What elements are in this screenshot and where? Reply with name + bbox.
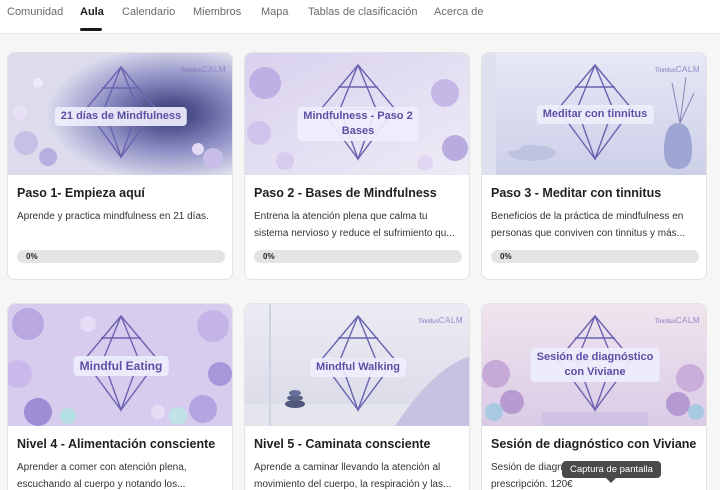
tab-aula-underline <box>80 28 102 31</box>
thumbnail-label: Meditar con tinnitus <box>536 105 654 124</box>
brand-logo: TinnitusCALM <box>180 65 226 74</box>
course-card[interactable]: TinnitusCALM 21 días de Mindfulness Paso… <box>7 52 233 280</box>
progress-label: 0% <box>26 252 38 261</box>
course-thumbnail: TinnitusCALM 21 días de Mindfulness <box>8 53 232 175</box>
tab-acerca-de[interactable]: Acerca de <box>434 6 484 18</box>
thumbnail-label: Sesión de diagnóstico con Viviane <box>530 348 660 382</box>
thumbnail-label-line: con Viviane <box>564 365 626 378</box>
thumbnail-label: Mindful Walking <box>310 358 406 377</box>
tab-mapa[interactable]: Mapa <box>261 6 289 18</box>
course-card[interactable]: TinnitusCALM Mindful Walking Nivel 5 - C… <box>244 303 470 490</box>
progress-label: 0% <box>500 252 512 261</box>
thumbnail-label-line: Mindfulness - Paso 2 <box>303 110 413 122</box>
tab-miembros[interactable]: Miembros <box>193 6 241 18</box>
course-card[interactable]: TinnitusCALM Meditar con tinnitus Paso 3… <box>481 52 707 280</box>
thumbnail-label-line: Sesión de diagnóstico <box>536 351 654 363</box>
course-card[interactable]: Mindful Eating Nivel 4 - Alimentación co… <box>7 303 233 490</box>
course-card[interactable]: Mindfulness - Paso 2 Bases Paso 2 - Base… <box>244 52 470 280</box>
tooltip-arrow <box>606 478 616 483</box>
thumbnail-label: Mindful Eating <box>73 356 169 377</box>
course-title[interactable]: Paso 2 - Bases de Mindfulness <box>254 186 437 200</box>
course-title[interactable]: Nivel 4 - Alimentación consciente <box>17 437 215 451</box>
course-thumbnail: TinnitusCALM Meditar con tinnitus <box>482 53 706 175</box>
tab-tablas-de-clasificacion[interactable]: Tablas de clasificación <box>308 6 417 18</box>
brand-logo: TinnitusCALM <box>417 316 463 325</box>
course-description: Aprende y practica mindfulness en 21 día… <box>17 211 209 222</box>
progress-bar: 0% <box>254 250 462 263</box>
thumbnail-label: 21 días de Mindfulness <box>54 107 188 126</box>
top-nav: Comunidad Aula Calendario Miembros Mapa … <box>0 0 720 34</box>
progress-label: 0% <box>263 252 275 261</box>
course-thumbnail: TinnitusCALM Mindful Walking <box>245 304 469 426</box>
course-title[interactable]: Sesión de diagnóstico con Viviane <box>491 437 696 451</box>
course-thumbnail: TinnitusCALM Sesión de diagnóstico con V… <box>482 304 706 426</box>
course-thumbnail: Mindful Eating <box>8 304 232 426</box>
course-title[interactable]: Paso 1- Empieza aquí <box>17 186 145 200</box>
brand-logo: TinnitusCALM <box>654 316 700 325</box>
tab-aula[interactable]: Aula <box>80 6 104 18</box>
thumbnail-label-line: Bases <box>341 124 375 137</box>
screenshot-tooltip: Captura de pantalla <box>562 461 661 478</box>
course-title[interactable]: Paso 3 - Meditar con tinnitus <box>491 186 661 200</box>
course-description: Beneficios de la práctica de mindfulness… <box>491 211 685 239</box>
progress-bar: 0% <box>17 250 225 263</box>
course-description: Entrena la atención plena que calma tu s… <box>254 211 455 239</box>
course-description: Aprende a caminar llevando la atención a… <box>254 462 452 490</box>
brand-logo: TinnitusCALM <box>654 65 700 74</box>
course-description: Aprender a comer con atención plena, esc… <box>17 462 187 490</box>
course-title[interactable]: Nivel 5 - Caminata consciente <box>254 437 430 451</box>
progress-bar: 0% <box>491 250 699 263</box>
tab-calendario[interactable]: Calendario <box>122 6 175 18</box>
thumbnail-label: Mindfulness - Paso 2 Bases <box>297 107 419 141</box>
tab-comunidad[interactable]: Comunidad <box>7 6 63 18</box>
course-thumbnail: Mindfulness - Paso 2 Bases <box>245 53 469 175</box>
